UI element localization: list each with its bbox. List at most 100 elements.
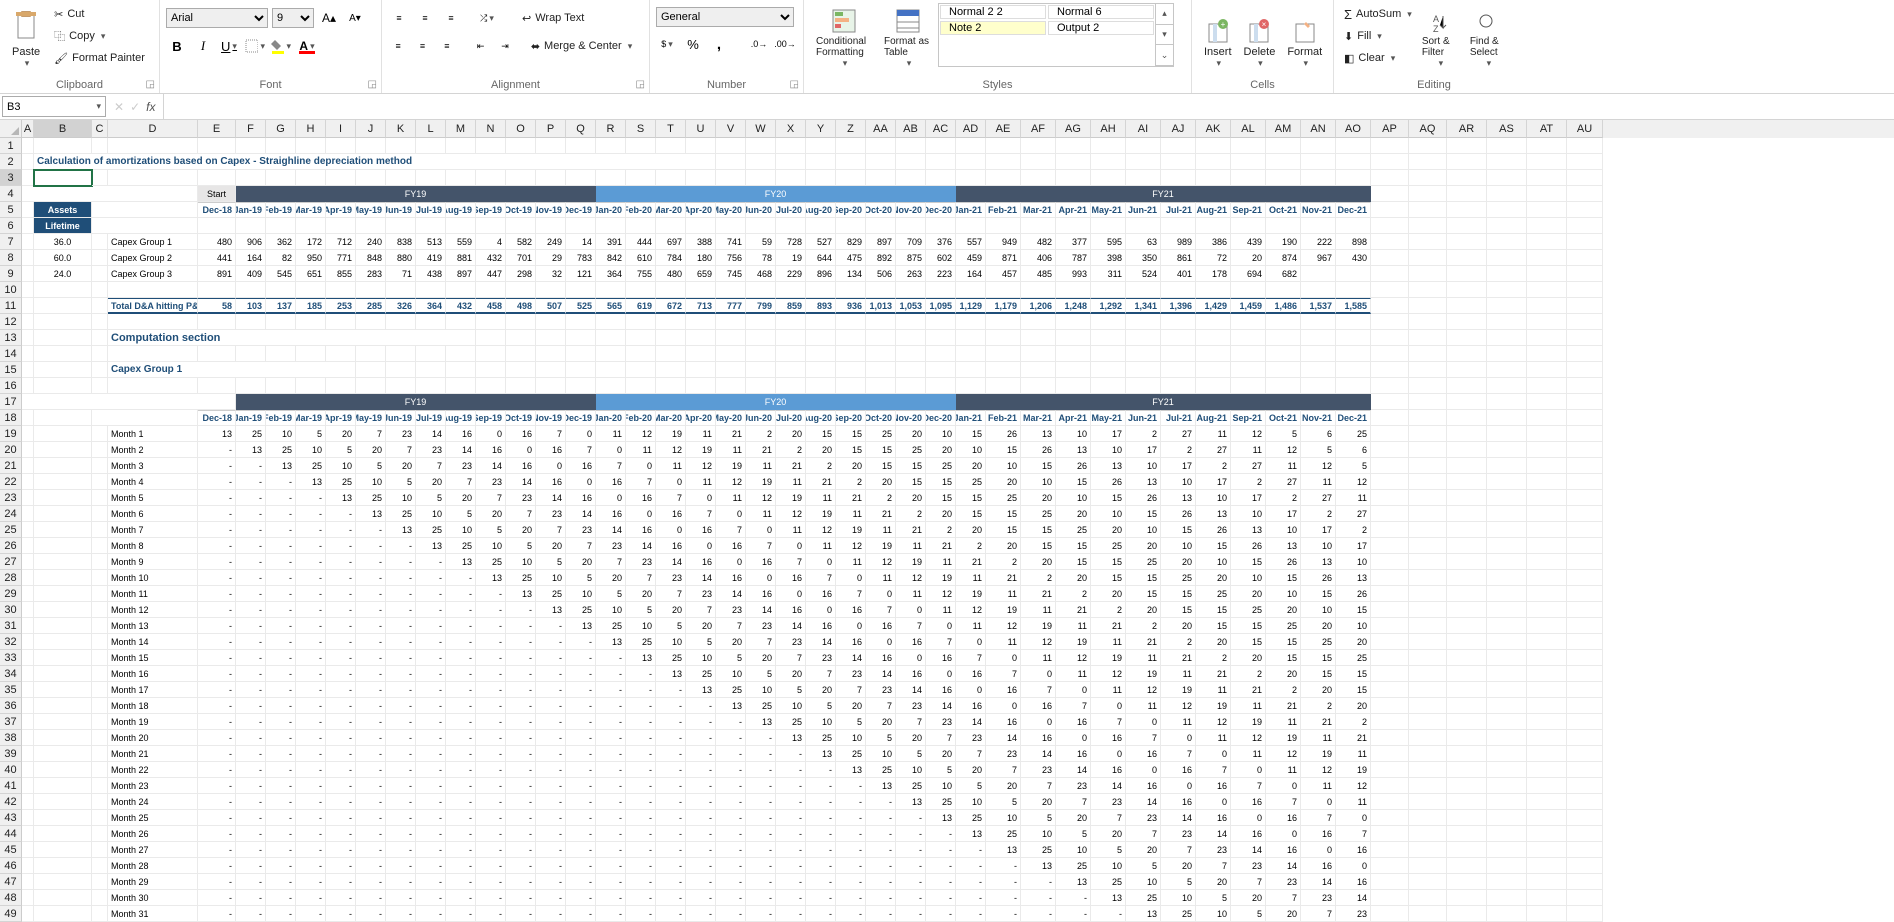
- computation-cell[interactable]: -: [596, 890, 626, 906]
- computation-cell[interactable]: -: [746, 762, 776, 778]
- computation-cell[interactable]: 7: [1091, 810, 1126, 826]
- computation-cell[interactable]: 7: [686, 506, 716, 522]
- computation-cell[interactable]: -: [326, 666, 356, 682]
- computation-cell[interactable]: 13: [1336, 570, 1371, 586]
- cell[interactable]: [1487, 522, 1527, 538]
- cell[interactable]: [1301, 138, 1336, 154]
- cell[interactable]: [1487, 186, 1527, 202]
- computation-cell[interactable]: 10: [926, 778, 956, 794]
- cell[interactable]: [956, 362, 986, 378]
- computation-cell[interactable]: 0: [476, 426, 506, 442]
- computation-cell[interactable]: -: [626, 826, 656, 842]
- computation-cell[interactable]: -: [198, 474, 236, 490]
- cell[interactable]: [1567, 554, 1603, 570]
- month-header[interactable]: Jul-20: [776, 410, 806, 426]
- cell[interactable]: [746, 314, 776, 330]
- computation-cell[interactable]: -: [1056, 890, 1091, 906]
- computation-cell[interactable]: -: [198, 490, 236, 506]
- cell[interactable]: [34, 330, 92, 346]
- computation-cell[interactable]: 13: [296, 474, 326, 490]
- computation-cell[interactable]: 23: [386, 426, 416, 442]
- computation-cell[interactable]: -: [416, 666, 446, 682]
- capex-value[interactable]: 388: [686, 234, 716, 250]
- cell[interactable]: [1487, 154, 1527, 170]
- computation-cell[interactable]: -: [386, 890, 416, 906]
- cell[interactable]: [1567, 218, 1603, 234]
- cell[interactable]: [1161, 330, 1196, 346]
- computation-cell[interactable]: 2: [1161, 442, 1196, 458]
- cell[interactable]: [1447, 906, 1487, 922]
- cell[interactable]: [1487, 634, 1527, 650]
- computation-cell[interactable]: 23: [956, 730, 986, 746]
- delete-cells-button[interactable]: ×Delete▾: [1238, 3, 1282, 73]
- computation-cell[interactable]: 15: [956, 506, 986, 522]
- column-header-AA[interactable]: AA: [866, 120, 896, 138]
- computation-cell[interactable]: -: [536, 778, 566, 794]
- computation-cell[interactable]: 16: [626, 490, 656, 506]
- computation-cell[interactable]: -: [746, 890, 776, 906]
- computation-cell[interactable]: 7: [626, 570, 656, 586]
- cell[interactable]: [92, 698, 108, 714]
- number-dialog-launcher[interactable]: ◲: [790, 79, 799, 90]
- cell[interactable]: [1161, 170, 1196, 186]
- computation-cell[interactable]: -: [356, 842, 386, 858]
- cell[interactable]: [896, 346, 926, 362]
- cell[interactable]: [1527, 858, 1567, 874]
- computation-cell[interactable]: 10: [1161, 474, 1196, 490]
- cell[interactable]: [1371, 522, 1409, 538]
- cell[interactable]: [34, 442, 92, 458]
- column-header-W[interactable]: W: [746, 120, 776, 138]
- computation-cell[interactable]: 20: [776, 426, 806, 442]
- computation-cell[interactable]: 10: [1091, 442, 1126, 458]
- cell[interactable]: [1567, 282, 1603, 298]
- capex-group-name[interactable]: Capex Group 1: [108, 234, 198, 250]
- cell[interactable]: [626, 330, 656, 346]
- computation-cell[interactable]: 23: [416, 442, 446, 458]
- computation-cell[interactable]: -: [896, 890, 926, 906]
- total-value[interactable]: 619: [626, 298, 656, 314]
- format-as-table-button[interactable]: Format as Table▾: [878, 3, 938, 73]
- computation-cell[interactable]: -: [626, 858, 656, 874]
- computation-cell[interactable]: -: [656, 858, 686, 874]
- fy21-header-2[interactable]: FY21: [956, 394, 1371, 410]
- capex-value[interactable]: 728: [776, 234, 806, 250]
- capex-value[interactable]: 263: [896, 266, 926, 282]
- cell[interactable]: [34, 682, 92, 698]
- cell[interactable]: [746, 138, 776, 154]
- cell[interactable]: [1567, 602, 1603, 618]
- computation-cell[interactable]: 12: [1021, 634, 1056, 650]
- cell[interactable]: [1567, 570, 1603, 586]
- computation-cell[interactable]: 12: [806, 522, 836, 538]
- cell[interactable]: [1409, 634, 1447, 650]
- computation-cell[interactable]: -: [356, 554, 386, 570]
- computation-cell[interactable]: -: [626, 842, 656, 858]
- computation-cell[interactable]: 16: [1091, 730, 1126, 746]
- computation-cell[interactable]: -: [686, 730, 716, 746]
- computation-cell[interactable]: 16: [536, 474, 566, 490]
- cell[interactable]: [1231, 282, 1266, 298]
- computation-cell[interactable]: 17: [1196, 474, 1231, 490]
- computation-cell[interactable]: 19: [896, 554, 926, 570]
- capex-value[interactable]: 701: [506, 250, 536, 266]
- computation-cell[interactable]: 16: [986, 682, 1021, 698]
- month-row-label[interactable]: Month 25: [108, 810, 198, 826]
- cell[interactable]: [92, 794, 108, 810]
- computation-cell[interactable]: 7: [1021, 682, 1056, 698]
- cell[interactable]: [1447, 234, 1487, 250]
- cell[interactable]: [1161, 138, 1196, 154]
- cell[interactable]: [1371, 170, 1409, 186]
- computation-cell[interactable]: 19: [956, 586, 986, 602]
- computation-cell[interactable]: 16: [896, 666, 926, 682]
- computation-cell[interactable]: 10: [386, 490, 416, 506]
- computation-cell[interactable]: 10: [1091, 506, 1126, 522]
- computation-cell[interactable]: -: [746, 794, 776, 810]
- total-value[interactable]: 713: [686, 298, 716, 314]
- capex-value[interactable]: 298: [506, 266, 536, 282]
- cell[interactable]: [34, 474, 92, 490]
- cell[interactable]: [866, 314, 896, 330]
- computation-cell[interactable]: -: [566, 682, 596, 698]
- computation-cell[interactable]: 19: [1021, 618, 1056, 634]
- month-header[interactable]: Dec-20: [926, 202, 956, 218]
- cell[interactable]: [1409, 266, 1447, 282]
- cell[interactable]: [1527, 634, 1567, 650]
